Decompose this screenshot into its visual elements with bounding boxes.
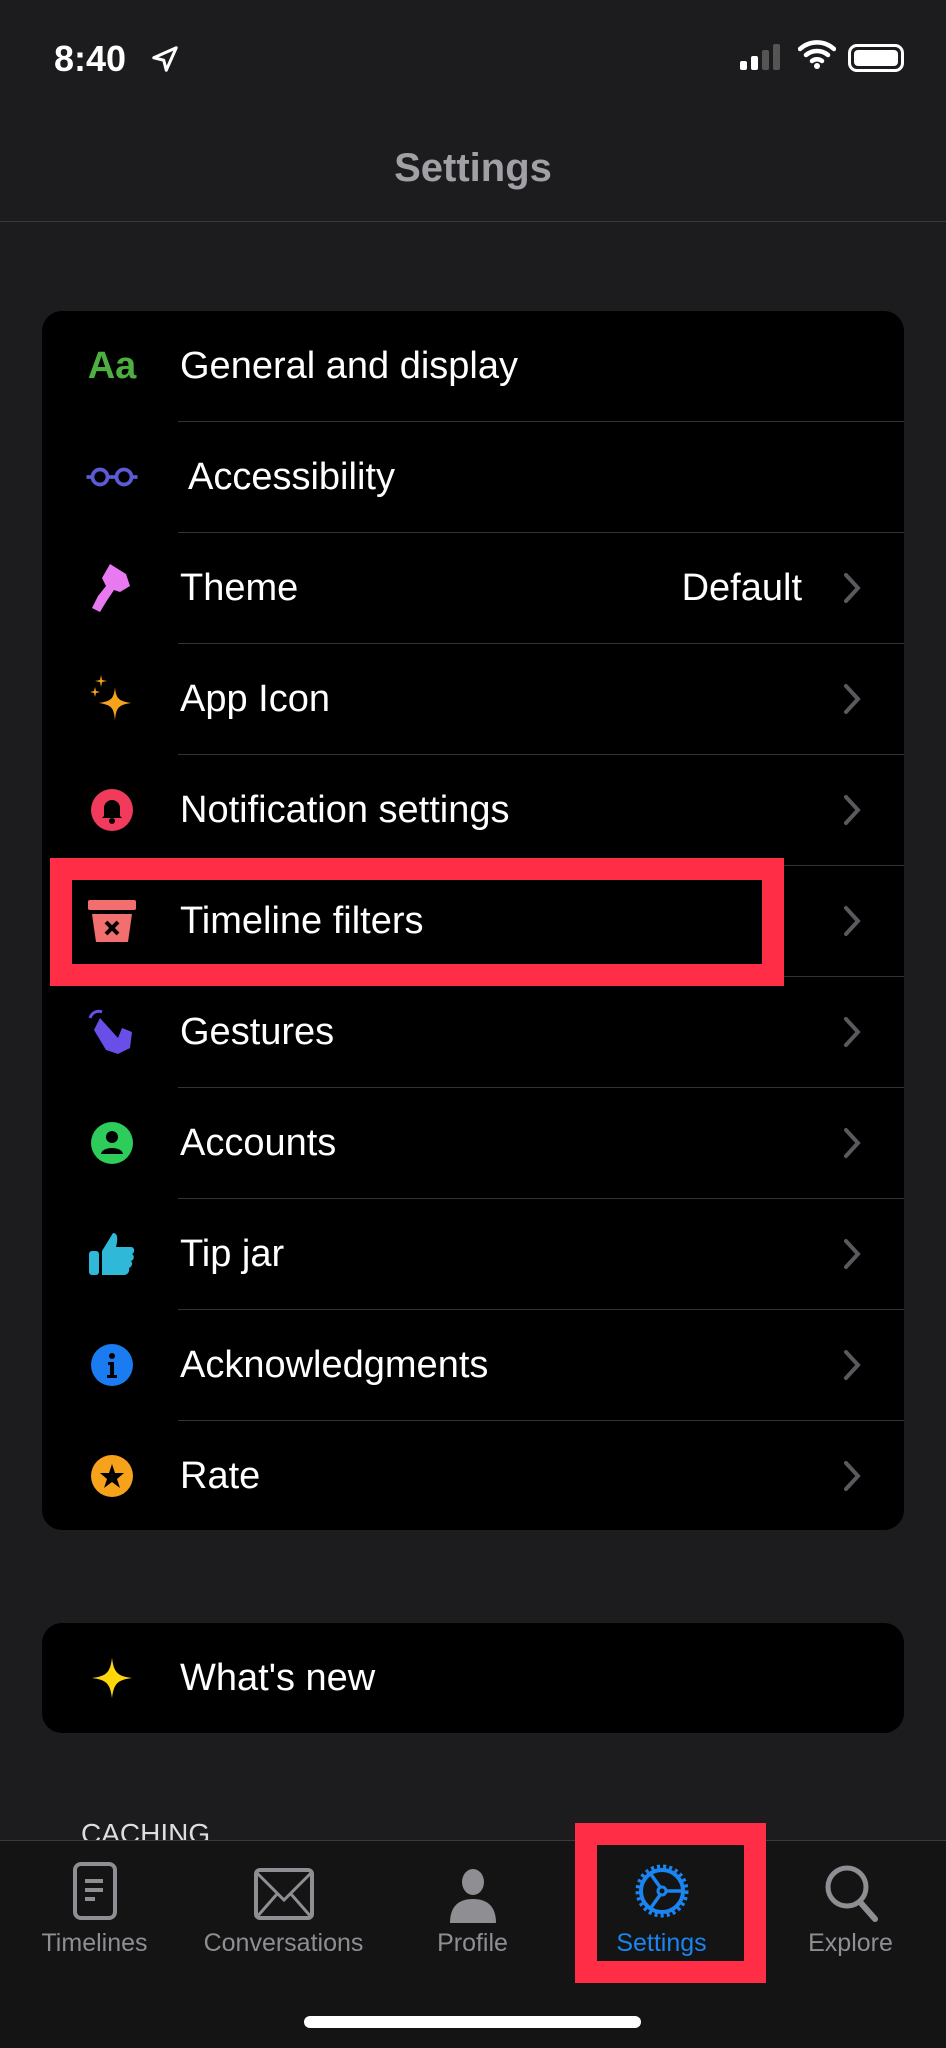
home-indicator[interactable] [304,2016,641,2028]
status-bar: 8:40 [0,0,946,110]
settings-row-accounts[interactable]: Accounts [42,1088,904,1199]
chevron-right-icon [844,573,861,603]
chevron-right-icon [844,1350,861,1380]
settings-row-accessibility[interactable]: Accessibility [42,422,904,533]
row-label: Theme [180,567,299,609]
tab-label: Explore [808,1929,893,1957]
tab-timelines[interactable]: Timelines [0,1841,189,1981]
tab-conversations[interactable]: Conversations [189,1841,378,1981]
tab-label: Conversations [203,1929,364,1957]
location-arrow-icon [152,46,178,72]
settings-row-tip-jar[interactable]: Tip jar [42,1199,904,1310]
whats-new-card: What's new [42,1623,904,1733]
row-label: Accounts [180,1122,337,1164]
row-label: Acknowledgments [180,1344,489,1386]
envelope-icon [253,1868,314,1920]
wifi-icon [798,40,836,69]
page-title: Settings [394,146,552,190]
glasses-icon [85,450,139,504]
text-size-icon: Aa [87,344,137,387]
row-label: Tip jar [180,1233,285,1275]
row-label: Notification settings [180,789,510,831]
highlight-box-settings-tab [575,1823,766,1983]
chevron-right-icon [844,1017,861,1047]
nav-header: Settings [0,110,946,222]
info-circle-icon [85,1338,139,1392]
hand-tap-icon [85,1005,139,1059]
row-label: What's new [180,1657,376,1699]
row-label: Rate [180,1455,261,1497]
chevron-right-icon [844,795,861,825]
highlight-box-timeline-filters [50,858,784,986]
person-icon [449,1869,496,1923]
star-circle-icon [85,1449,139,1503]
chevron-right-icon [844,684,861,714]
paintbrush-icon [85,561,139,615]
bell-icon [85,783,139,837]
row-label: Accessibility [188,456,395,498]
tab-label: Timelines [41,1929,148,1957]
timeline-icon [72,1862,117,1920]
person-circle-icon [85,1116,139,1170]
thumbs-up-icon [85,1227,139,1281]
settings-row-gestures[interactable]: Gestures [42,977,904,1088]
chevron-right-icon [844,1461,861,1491]
cellular-signal-icon [740,44,780,70]
status-time: 8:40 [54,38,127,79]
row-label: Gestures [180,1011,335,1053]
sparkle-icon [85,1651,139,1705]
tab-explore[interactable]: Explore [756,1841,945,1981]
settings-row-notification-settings[interactable]: Notification settings [42,755,904,866]
row-value: Default [681,567,802,609]
settings-row-whats-new[interactable]: What's new [42,1623,904,1734]
settings-row-rate[interactable]: Rate [42,1421,904,1532]
tab-label: Profile [437,1929,508,1957]
settings-row-general-and-display[interactable]: Aa General and display [42,311,904,422]
chevron-right-icon [844,1239,861,1269]
search-icon [825,1865,878,1922]
sparkles-icon [85,672,139,726]
row-label: General and display [180,345,518,387]
row-label: App Icon [180,678,330,720]
battery-icon [848,44,904,72]
settings-row-theme[interactable]: Theme Default [42,533,904,644]
chevron-right-icon [844,1128,861,1158]
tab-profile[interactable]: Profile [378,1841,567,1981]
chevron-right-icon [844,906,861,936]
settings-row-app-icon[interactable]: App Icon [42,644,904,755]
settings-row-acknowledgments[interactable]: Acknowledgments [42,1310,904,1421]
